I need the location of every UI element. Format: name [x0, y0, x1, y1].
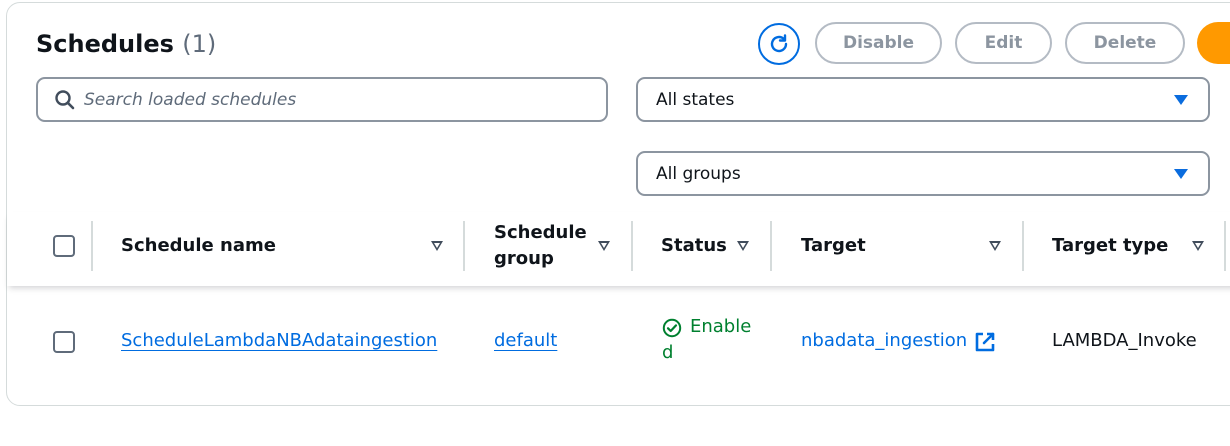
edit-button[interactable]: Edit [955, 22, 1052, 64]
refresh-button[interactable] [758, 23, 800, 65]
column-divider [463, 221, 465, 271]
group-filter-value: All groups [656, 163, 741, 184]
target-link[interactable]: nbadata_ingestion [801, 330, 967, 351]
search-icon [55, 89, 75, 109]
sort-icon[interactable] [989, 241, 1001, 251]
column-header-schedule-name[interactable]: Schedule name [121, 233, 276, 259]
target-type-cell: LAMBDA_Invoke [1052, 330, 1197, 351]
external-link-icon[interactable] [974, 331, 996, 353]
sort-icon[interactable] [737, 241, 749, 251]
column-header-status[interactable]: Status [661, 233, 727, 259]
disable-button[interactable]: Disable [815, 22, 942, 64]
page-title: Schedules (1) [36, 28, 216, 60]
group-filter-select[interactable]: All groups [636, 151, 1210, 196]
row-checkbox[interactable] [53, 331, 75, 353]
schedule-count: (1) [182, 30, 217, 58]
schedule-group-link[interactable]: default [494, 330, 557, 351]
title-text: Schedules [36, 30, 174, 58]
refresh-icon [770, 34, 788, 53]
search-input[interactable]: Search loaded schedules [36, 77, 608, 122]
column-divider [91, 221, 93, 271]
select-all-checkbox[interactable] [53, 235, 75, 257]
sort-icon[interactable] [431, 241, 443, 251]
delete-button[interactable]: Delete [1065, 22, 1185, 64]
schedule-name-link[interactable]: ScheduleLambdaNBAdataingestion [121, 330, 437, 351]
sort-icon[interactable] [1192, 241, 1204, 251]
column-divider [1022, 221, 1024, 271]
column-header-schedule-group[interactable]: Schedule group [494, 220, 589, 272]
sort-icon[interactable] [598, 241, 610, 251]
column-divider [1224, 221, 1226, 271]
column-divider [631, 221, 633, 271]
column-header-target[interactable]: Target [801, 233, 866, 259]
caret-down-icon [1174, 94, 1188, 105]
caret-down-icon [1174, 168, 1188, 179]
status-badge: Enabled [662, 314, 752, 366]
state-filter-select[interactable]: All states [636, 77, 1210, 122]
status-text: Enabled [662, 316, 752, 363]
state-filter-value: All states [656, 89, 735, 110]
column-divider [770, 221, 772, 271]
column-header-target-type[interactable]: Target type [1052, 233, 1168, 259]
search-placeholder: Search loaded schedules [84, 89, 297, 110]
